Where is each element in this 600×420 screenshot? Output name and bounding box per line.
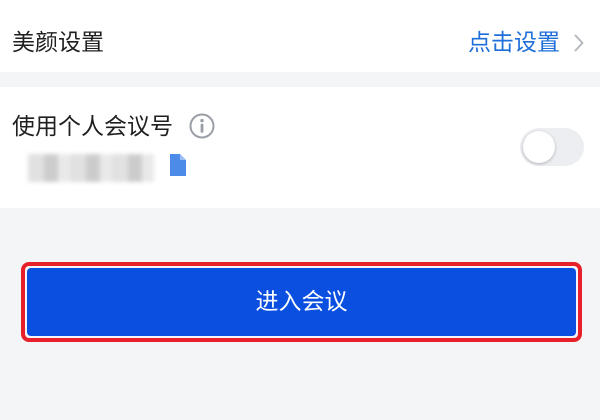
beauty-settings-action[interactable]: 点击设置: [468, 29, 584, 57]
info-icon[interactable]: [189, 113, 215, 139]
join-meeting-button[interactable]: 进入会议: [27, 268, 576, 336]
beauty-settings-label: 美颜设置: [12, 30, 104, 56]
personal-meeting-row: 使用个人会议号: [0, 87, 600, 208]
personal-meeting-id-value: [28, 154, 154, 182]
join-meeting-label: 进入会议: [255, 289, 348, 315]
personal-meeting-label: 使用个人会议号: [12, 114, 173, 140]
beauty-settings-row[interactable]: 美颜设置 点击设置: [0, 0, 600, 72]
copy-icon[interactable]: [168, 152, 188, 182]
chevron-right-icon: [574, 34, 584, 52]
personal-meeting-toggle[interactable]: [520, 128, 584, 166]
toggle-knob: [523, 131, 555, 163]
beauty-settings-action-label[interactable]: 点击设置: [468, 29, 560, 57]
